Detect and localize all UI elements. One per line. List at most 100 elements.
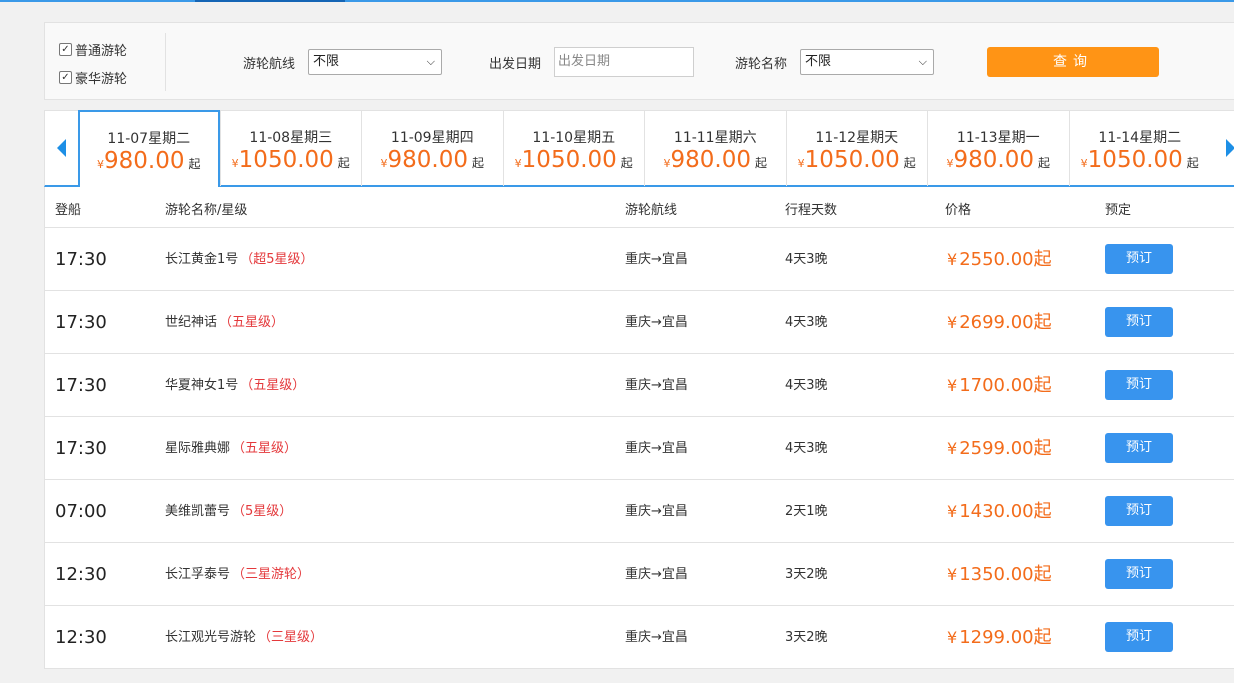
price-amount: 1050.00	[804, 147, 900, 173]
date-tab-label: 11-12星期天	[815, 130, 899, 146]
route: 重庆→宜昌	[625, 441, 688, 456]
route: 重庆→宜昌	[625, 378, 688, 393]
date-tab[interactable]: 11-11星期六 ¥980.00 起	[644, 111, 786, 186]
book-button[interactable]: 预订	[1105, 307, 1173, 337]
price: ¥2699.00起	[947, 291, 1052, 354]
date-tab[interactable]: 11-09星期四 ¥980.00 起	[361, 111, 503, 186]
checkbox-label: 普通游轮	[75, 43, 128, 59]
book-button[interactable]: 预订	[1105, 496, 1173, 526]
filter-bar: ✓ 普通游轮 ✓ 豪华游轮 游轮航线 不限 ⌵ 出发日期 出发日期 游轮名称 不…	[44, 22, 1234, 100]
currency-symbol: ¥	[947, 439, 958, 458]
price-amount: 1050.00	[238, 147, 334, 173]
date-tab-price: ¥1050.00 起	[504, 147, 645, 173]
arrow-left-icon	[57, 139, 66, 157]
price-value: 2550.00起	[959, 249, 1052, 270]
ship-name-text[interactable]: 世纪神话	[165, 315, 217, 330]
checkbox-luxury-cruise[interactable]: ✓ 豪华游轮	[59, 63, 127, 91]
book-button[interactable]: 预订	[1105, 559, 1173, 589]
currency-symbol: ¥	[1080, 157, 1088, 170]
price-suffix: 起	[188, 157, 201, 171]
top-accent-active	[195, 0, 345, 2]
ship-grade: （三星游轮）	[232, 567, 311, 582]
price-suffix: 起	[1186, 156, 1199, 170]
next-dates-button[interactable]	[1214, 111, 1234, 185]
ship-name-text[interactable]: 长江孚泰号	[165, 567, 230, 582]
currency-symbol: ¥	[947, 250, 958, 269]
book-button[interactable]: 预订	[1105, 244, 1173, 274]
prev-dates-button[interactable]	[45, 111, 78, 185]
price-suffix: 起	[471, 156, 484, 170]
ship-name: 长江观光号游轮 （三星级）	[165, 606, 323, 669]
arrow-right-icon	[1226, 139, 1234, 157]
ship-grade: （五星级）	[219, 315, 285, 330]
ship-name-select-value: 不限	[805, 54, 832, 69]
checkbox-checked-icon[interactable]: ✓	[59, 42, 72, 56]
query-button[interactable]: 查询	[987, 47, 1159, 77]
date-input[interactable]: 出发日期	[554, 47, 694, 77]
date-tab[interactable]: 11-08星期三 ¥1050.00 起	[219, 111, 362, 186]
cruise-table: 登船 游轮名称/星级 游轮航线 行程天数 价格 预定 17:30 长江黄金1号（…	[44, 187, 1234, 669]
price: ¥1350.00起	[947, 543, 1052, 606]
price: ¥2599.00起	[947, 417, 1052, 480]
book-button[interactable]: 预订	[1105, 622, 1173, 652]
currency-symbol: ¥	[947, 628, 958, 647]
price: ¥2550.00起	[947, 228, 1052, 291]
date-tab-price: ¥980.00 起	[645, 147, 786, 173]
chevron-down-icon: ⌵	[918, 55, 927, 68]
book-button[interactable]: 预订	[1105, 370, 1173, 400]
ship-name-text[interactable]: 长江黄金1号	[165, 252, 238, 267]
ship-name-text[interactable]: 长江观光号游轮	[165, 630, 256, 645]
date-tab[interactable]: 11-10星期五 ¥1050.00 起	[502, 111, 645, 186]
ship-name-text[interactable]: 华夏神女1号	[165, 378, 238, 393]
currency-symbol: ¥	[663, 157, 671, 170]
currency-symbol: ¥	[946, 157, 954, 170]
price-value: 2699.00起	[959, 312, 1052, 333]
price-value: 1700.00起	[959, 375, 1052, 396]
route: 重庆→宜昌	[625, 567, 688, 582]
currency-symbol: ¥	[947, 313, 958, 332]
price-suffix: 起	[1037, 156, 1050, 170]
route-select[interactable]: 不限 ⌵	[308, 49, 442, 75]
date-tab[interactable]: 11-13星期一 ¥980.00 起	[927, 111, 1069, 186]
date-tab-label: 11-08星期三	[249, 130, 333, 146]
date-tab-price: ¥1050.00 起	[1070, 147, 1211, 173]
price-value: 1299.00起	[959, 627, 1052, 648]
ship-name-select[interactable]: 不限 ⌵	[800, 49, 934, 75]
boarding-time: 12:30	[55, 627, 107, 648]
ship-name-text[interactable]: 星际雅典娜	[165, 441, 230, 456]
date-label: 出发日期	[489, 57, 542, 72]
date-tab-label: 11-10星期五	[532, 130, 616, 146]
boarding-time: 17:30	[55, 249, 107, 270]
date-tab[interactable]: 11-12星期天 ¥1050.00 起	[785, 111, 928, 186]
boarding-time: 17:30	[55, 312, 107, 333]
price-suffix: 起	[337, 156, 350, 170]
date-strip: 11-07星期二 ¥980.00 起 11-08星期三 ¥1050.00 起 11-…	[44, 110, 1234, 187]
book-button[interactable]: 预订	[1105, 433, 1173, 463]
ship-name-text[interactable]: 美维凯蕾号	[165, 504, 230, 519]
route: 重庆→宜昌	[625, 252, 688, 267]
checkbox-checked-icon[interactable]: ✓	[59, 70, 72, 84]
boarding-time: 17:30	[55, 438, 107, 459]
table-row: 17:30 世纪神话 （五星级） 重庆→宜昌 4天3晚 ¥2699.00起 预订	[45, 291, 1234, 354]
header-boarding: 登船	[55, 203, 82, 218]
ship-grade: （五星级）	[232, 441, 298, 456]
price-value: 1430.00起	[959, 501, 1052, 522]
checkbox-normal-cruise[interactable]: ✓ 普通游轮	[59, 35, 127, 63]
chevron-down-icon: ⌵	[426, 55, 435, 68]
price-suffix: 起	[754, 156, 767, 170]
table-row: 17:30 华夏神女1号 （五星级） 重庆→宜昌 4天3晚 ¥1700.00起 预…	[45, 354, 1234, 417]
date-tab-price: ¥980.00 起	[362, 147, 503, 173]
ship-name: 长江孚泰号 （三星游轮）	[165, 543, 310, 606]
date-tab[interactable]: 11-14星期二 ¥1050.00 起	[1068, 111, 1211, 186]
price-suffix: 起	[620, 156, 633, 170]
date-tab[interactable]: 11-07星期二 ¥980.00 起	[78, 110, 220, 187]
ship-grade: （5星级）	[232, 504, 293, 519]
currency-symbol: ¥	[97, 158, 104, 171]
currency-symbol: ¥	[947, 565, 958, 584]
route-label: 游轮航线	[243, 57, 296, 72]
currency-symbol: ¥	[947, 502, 958, 521]
date-tab-price: ¥1050.00 起	[221, 147, 362, 173]
price-amount: 980.00	[953, 147, 1034, 173]
ship-name: 美维凯蕾号 （5星级）	[165, 480, 292, 543]
route: 重庆→宜昌	[625, 630, 688, 645]
